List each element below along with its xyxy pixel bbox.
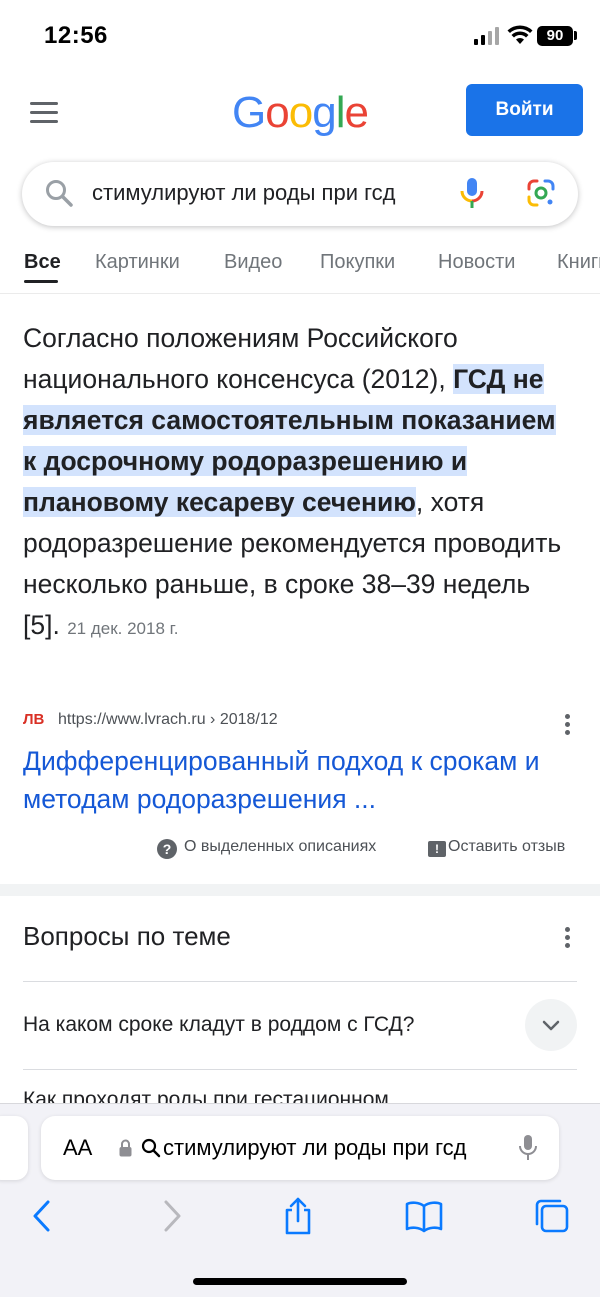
lock-icon [119, 1139, 132, 1157]
section-divider [0, 884, 600, 896]
logo-letter: G [232, 88, 266, 137]
expand-question-button[interactable] [525, 999, 577, 1051]
search-icon [46, 180, 73, 207]
result-more-options-icon[interactable] [565, 714, 571, 736]
related-more-options-icon[interactable] [565, 927, 571, 949]
logo-letter: l [335, 88, 346, 137]
result-source[interactable]: ЛВ https://www.lvrach.ru › 2018/12 [23, 711, 583, 735]
tab-shopping[interactable]: Покупки [320, 251, 395, 274]
home-indicator [193, 1278, 407, 1285]
url-field[interactable]: стимулируют ли роды при гсд [163, 1135, 497, 1161]
related-questions-title: Вопросы по теме [23, 921, 231, 951]
logo-letter: o [288, 88, 314, 137]
search-icon [141, 1138, 161, 1158]
tab-all[interactable]: Все [24, 251, 61, 274]
active-tab-indicator [24, 280, 58, 283]
google-logo[interactable]: Google [232, 88, 369, 138]
google-lens-icon[interactable] [526, 178, 556, 208]
previous-tab-preview[interactable] [0, 1116, 28, 1180]
search-input[interactable]: стимулируют ли роды при гсд [92, 180, 432, 206]
sign-in-button[interactable]: Войти [466, 84, 583, 136]
related-question[interactable]: На каком сроке кладут в роддом с ГСД? [23, 1013, 503, 1037]
snippet-date: 21 дек. 2018 г. [67, 619, 179, 638]
feedback-label: Оставить отзыв [448, 838, 566, 855]
cellular-signal-icon [474, 27, 500, 45]
chevron-down-icon [542, 1020, 560, 1031]
bookmarks-icon[interactable] [404, 1196, 444, 1236]
tab-videos[interactable]: Видео [224, 251, 282, 274]
snippet-text-before: Согласно положениям Российского национал… [23, 323, 458, 394]
status-bar: 12:56 90 [0, 0, 600, 70]
back-icon[interactable] [22, 1196, 62, 1236]
status-time: 12:56 [44, 22, 108, 49]
tab-news[interactable]: Новости [438, 251, 515, 274]
tabs-icon[interactable] [532, 1196, 572, 1236]
logo-letter: g [312, 88, 337, 137]
site-favicon: ЛВ [23, 711, 45, 728]
result-title-link[interactable]: Дифференцированный подход к срокам и мет… [23, 742, 583, 818]
share-icon[interactable] [278, 1196, 318, 1236]
result-url[interactable]: https://www.lvrach.ru › 2018/12 [58, 711, 278, 729]
tab-books[interactable]: Книги [557, 251, 600, 274]
tab-images[interactable]: Картинки [95, 251, 180, 274]
wifi-icon [507, 25, 533, 44]
divider [23, 1069, 577, 1070]
hamburger-menu-icon[interactable] [30, 102, 58, 124]
feedback-link[interactable]: ! Оставить отзыв [428, 838, 565, 862]
battery-indicator: 90 [537, 26, 573, 46]
help-icon: ? [157, 839, 177, 859]
forward-icon[interactable] [152, 1196, 192, 1236]
logo-letter: e [344, 88, 369, 137]
search-tabs: Все Картинки Видео Покупки Новости Книги [0, 248, 600, 294]
battery-tip [574, 31, 577, 40]
microphone-icon[interactable] [518, 1134, 538, 1162]
logo-letter: o [265, 88, 290, 137]
feedback-icon: ! [428, 841, 446, 857]
featured-snippet-text: Согласно положениям Российского национал… [23, 318, 563, 649]
voice-search-icon[interactable] [458, 176, 486, 210]
reader-settings-button[interactable]: AA [63, 1135, 92, 1161]
divider [23, 981, 577, 982]
about-snippets-link[interactable]: ? О выделенных описаниях [157, 838, 376, 862]
about-snippets-label: О выделенных описаниях [184, 838, 377, 855]
